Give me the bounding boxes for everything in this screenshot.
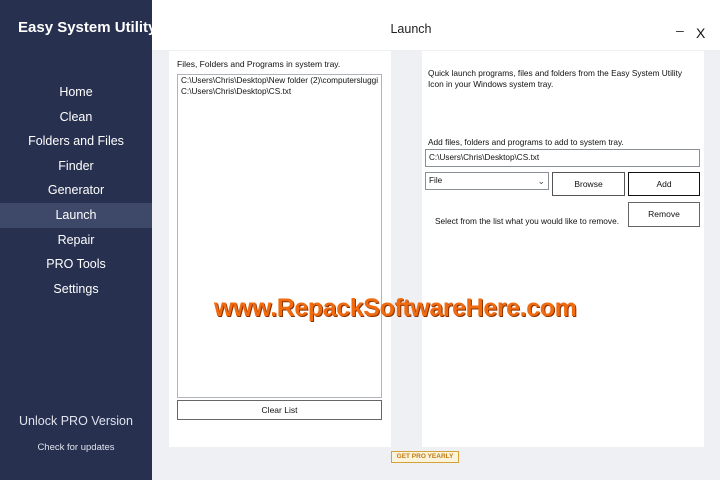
add-button[interactable]: Add <box>628 172 700 196</box>
get-pro-yearly-button[interactable]: GET PRO YEARLY <box>391 451 459 463</box>
sidebar-item-folders-and-files[interactable]: Folders and Files <box>0 129 152 154</box>
unlock-pro-link[interactable]: Unlock PRO Version <box>0 414 152 428</box>
minimize-icon[interactable]: – <box>676 22 684 38</box>
remove-button[interactable]: Remove <box>628 202 700 227</box>
add-items-label: Add files, folders and programs to add t… <box>428 137 624 147</box>
sidebar-item-launch[interactable]: Launch <box>0 202 152 228</box>
sidebar: Easy System Utility Home Clean Folders a… <box>0 0 156 480</box>
sidebar-item-generator[interactable]: Generator <box>0 178 152 203</box>
type-dropdown-value: File <box>429 176 443 185</box>
sidebar-nav: Home Clean Folders and Files Finder Gene… <box>0 80 152 301</box>
sidebar-item-clean[interactable]: Clean <box>0 105 152 130</box>
list-item[interactable]: C:\Users\Chris\Desktop\CS.txt <box>178 86 381 97</box>
tray-items-list[interactable]: C:\Users\Chris\Desktop\New folder (2)\co… <box>177 74 382 398</box>
window-title: Launch <box>390 22 432 36</box>
sidebar-item-repair[interactable]: Repair <box>0 228 152 253</box>
launch-description: Quick launch programs, files and folders… <box>428 68 683 89</box>
browse-button[interactable]: Browse <box>552 172 625 196</box>
main-area: Launch – X Files, Folders and Programs i… <box>152 0 720 480</box>
app-title: Easy System Utility <box>18 19 157 36</box>
launch-settings-panel: Quick launch programs, files and folders… <box>422 51 704 447</box>
sidebar-item-pro-tools[interactable]: PRO Tools <box>0 252 152 277</box>
remove-instruction: Select from the list what you would like… <box>435 216 619 226</box>
close-icon[interactable]: X <box>696 25 705 41</box>
clear-list-button[interactable]: Clear List <box>177 400 382 420</box>
type-dropdown[interactable]: File ⌄ <box>425 172 549 190</box>
sidebar-item-home[interactable]: Home <box>0 80 152 105</box>
check-updates-link[interactable]: Check for updates <box>0 442 152 453</box>
sidebar-item-finder[interactable]: Finder <box>0 154 152 179</box>
tray-items-label: Files, Folders and Programs in system tr… <box>177 59 341 69</box>
list-item[interactable]: C:\Users\Chris\Desktop\New folder (2)\co… <box>178 75 381 86</box>
tray-items-panel: Files, Folders and Programs in system tr… <box>169 51 391 447</box>
sidebar-item-settings[interactable]: Settings <box>0 277 152 302</box>
watermark: www.RepackSoftwareHere.com <box>214 294 577 322</box>
path-input[interactable]: C:\Users\Chris\Desktop\CS.txt <box>425 149 700 167</box>
chevron-down-icon: ⌄ <box>537 176 545 186</box>
title-bar: Launch – X <box>152 0 720 50</box>
